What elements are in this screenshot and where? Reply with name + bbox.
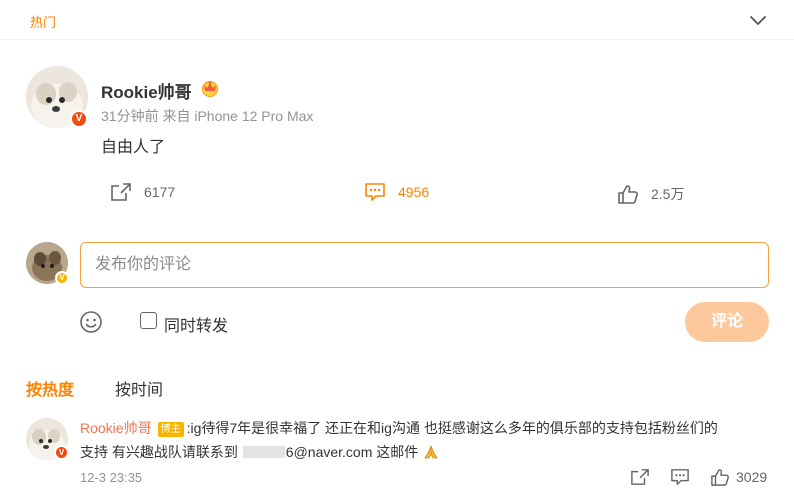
- comment-icon: [365, 183, 385, 201]
- tab-sort-by-time[interactable]: 按时间: [115, 376, 163, 400]
- submit-comment-button[interactable]: 评论: [685, 302, 769, 342]
- pray-icon: [424, 445, 438, 459]
- emoji-icon[interactable]: [79, 310, 103, 334]
- comment-text-2: 支持 有兴趣战队请联系到: [80, 444, 242, 460]
- post-text: 自由人了: [101, 139, 166, 156]
- comment-input[interactable]: [80, 242, 769, 288]
- post-meta: 31分钟前 来自 iPhone 12 Pro Max: [101, 108, 314, 124]
- repost-count: 6177: [144, 184, 176, 200]
- repost-button[interactable]: 6177: [110, 180, 175, 204]
- comment-icon: [671, 469, 689, 485]
- share-icon: [111, 183, 131, 201]
- verified-badge: V: [55, 271, 69, 285]
- like-icon: [618, 185, 638, 204]
- verified-badge: V: [54, 445, 69, 460]
- author-name[interactable]: Rookie帅哥: [101, 78, 192, 103]
- hot-section-header: 热门: [0, 0, 794, 40]
- comment-line-2: 支持 有兴趣战队请联系到 6@naver.com 这邮件: [80, 442, 440, 462]
- redacted-email: [242, 446, 285, 458]
- share-icon: [631, 469, 649, 485]
- comment-like-count: 3029: [736, 469, 768, 485]
- blogger-tag: 博主: [157, 422, 184, 437]
- comment-share-button[interactable]: [630, 468, 650, 486]
- hot-label: 热门: [30, 15, 57, 30]
- comment-email-suffix: 6@naver.com 这邮件: [285, 444, 419, 460]
- comment-like-button[interactable]: [710, 468, 730, 486]
- comment-reply-button[interactable]: [670, 468, 690, 486]
- comment-actions: 3029: [630, 467, 767, 487]
- comment-button[interactable]: 4956: [364, 180, 429, 204]
- tab-sort-by-popularity[interactable]: 按热度: [26, 376, 74, 400]
- verified-badge: V: [70, 110, 88, 128]
- repost-checkbox[interactable]: [140, 312, 157, 329]
- repost-checkbox-label[interactable]: 同时转发: [164, 312, 228, 336]
- chevron-down-icon[interactable]: [748, 10, 768, 30]
- comment-line-1: Rookie帅哥 博主:ig待得7年是很幸福了 还正在和ig沟通 也挺感谢这么多年…: [80, 418, 718, 438]
- like-button[interactable]: 2.5万: [617, 182, 684, 206]
- like-icon: [711, 469, 729, 486]
- like-count: 2.5万: [651, 186, 685, 202]
- comment-time: 12-3 23:35: [80, 470, 143, 485]
- comment-count: 4956: [398, 184, 430, 200]
- comment-author[interactable]: Rookie帅哥: [80, 420, 152, 436]
- crown-icon: [202, 81, 218, 97]
- comment-text-1: :ig待得7年是很幸福了 还正在和ig沟通 也挺感谢这么多年的俱乐部的支持包括粉…: [186, 420, 718, 436]
